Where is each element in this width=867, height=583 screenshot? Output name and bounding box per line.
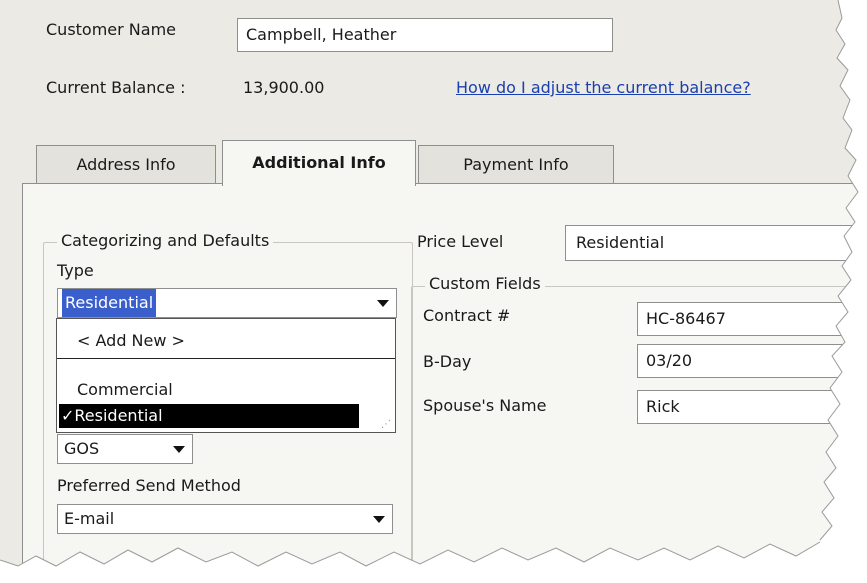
current-balance-value: 13,900.00: [243, 78, 325, 97]
type-combo-value: Residential: [62, 289, 157, 317]
customer-name-input[interactable]: Campbell, Heather: [237, 18, 613, 52]
chevron-down-icon[interactable]: [370, 289, 396, 317]
spouse-name-label: Spouse's Name: [423, 396, 547, 415]
contract-number-label: Contract #: [423, 306, 511, 325]
checkmark-icon: ✓: [61, 406, 75, 425]
contract-number-input[interactable]: HC-86467: [637, 302, 867, 336]
customer-edit-window: Customer Name Campbell, Heather Current …: [0, 0, 867, 583]
current-balance-label: Current Balance :: [46, 78, 186, 97]
dropdown-option-commercial[interactable]: Commercial: [57, 377, 395, 403]
rep-combo-value: GOS: [64, 439, 100, 458]
price-level-value: Residential: [576, 233, 665, 252]
type-dropdown-list[interactable]: < Add New > Commercial ✓Residential ⋰: [56, 318, 396, 433]
adjust-balance-link[interactable]: How do I adjust the current balance?: [456, 78, 751, 97]
chevron-down-icon[interactable]: [366, 505, 392, 533]
price-level-combo[interactable]: Residential: [565, 225, 867, 261]
tab-payment-info[interactable]: Payment Info: [418, 145, 614, 185]
bday-input[interactable]: 03/20: [637, 344, 867, 378]
tab-additional-info[interactable]: Additional Info: [222, 140, 416, 186]
resize-grip-icon[interactable]: ⋰: [381, 419, 391, 430]
dropdown-option-residential[interactable]: ✓Residential: [59, 404, 359, 428]
bday-label: B-Day: [423, 352, 472, 371]
custom-fields-title: Custom Fields: [425, 274, 545, 293]
spouse-name-input[interactable]: Rick: [637, 390, 867, 424]
dropdown-option-residential-label: Residential: [74, 406, 163, 425]
customer-name-label: Customer Name: [46, 20, 177, 39]
type-combo[interactable]: Residential: [57, 288, 397, 318]
rep-combo[interactable]: GOS: [57, 434, 193, 464]
dropdown-option-add-new[interactable]: < Add New >: [57, 323, 395, 359]
send-method-combo[interactable]: E-mail: [57, 504, 393, 534]
chevron-down-icon[interactable]: [166, 435, 192, 463]
categorizing-group-title: Categorizing and Defaults: [57, 231, 274, 250]
type-label: Type: [57, 261, 94, 280]
price-level-label: Price Level: [417, 232, 504, 251]
send-method-label: Preferred Send Method: [57, 476, 241, 495]
send-method-value: E-mail: [64, 509, 115, 528]
tab-address-info[interactable]: Address Info: [36, 145, 216, 185]
